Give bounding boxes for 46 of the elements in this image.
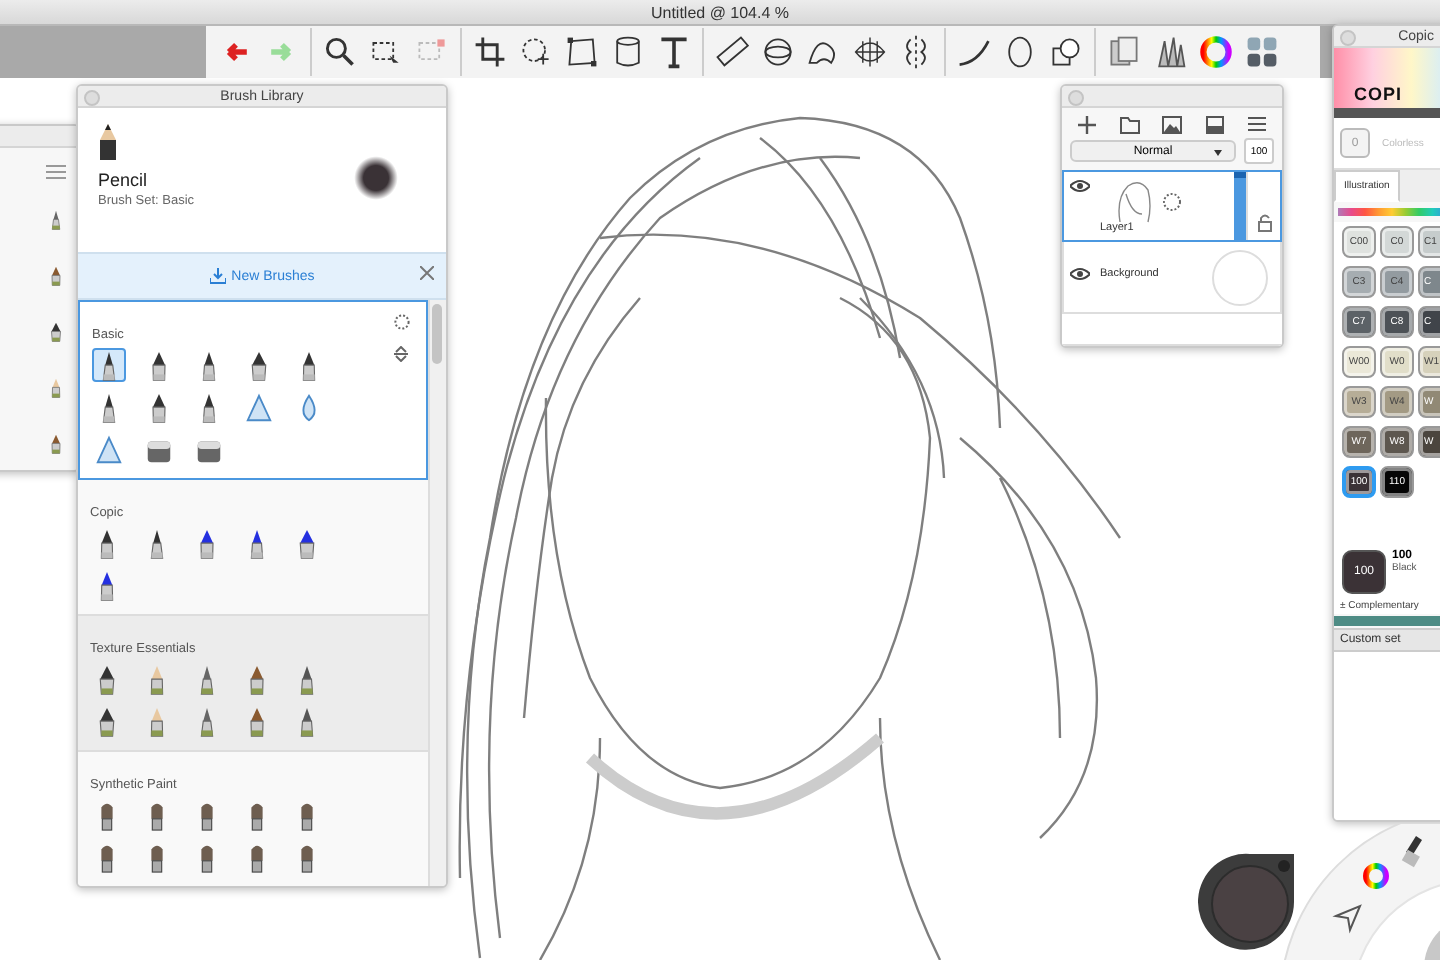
cylinder-icon[interactable]: [610, 34, 646, 70]
caret-icon: [1214, 150, 1222, 156]
brushes-icon[interactable]: [1152, 34, 1188, 70]
color-family-strip[interactable]: [1338, 208, 1440, 216]
transform-icon[interactable]: [518, 34, 554, 70]
close-icon[interactable]: [420, 266, 434, 280]
layer-thumbnail: [1212, 250, 1268, 306]
brush-icon[interactable]: [1401, 836, 1422, 868]
layout-icon[interactable]: [46, 164, 66, 180]
pencil-icon: [98, 124, 118, 160]
logo: COPI: [1352, 84, 1403, 108]
sort-icon[interactable]: [394, 346, 408, 362]
brush-icon: [244, 391, 274, 423]
ellipse-guide-icon[interactable]: [760, 34, 796, 70]
radial-menu[interactable]: [1279, 824, 1440, 960]
folder-icon[interactable]: [1119, 116, 1140, 134]
lock-icon[interactable]: [1257, 214, 1271, 232]
add-icon[interactable]: [1077, 116, 1096, 134]
brush-preview: [354, 156, 398, 200]
eye-icon[interactable]: [1070, 180, 1090, 192]
panels-icon[interactable]: [1244, 34, 1280, 70]
crop-icon[interactable]: [472, 34, 508, 70]
color-wheel-icon[interactable]: [1363, 863, 1389, 889]
brush-name: Pencil: [98, 170, 150, 190]
complementary-bar: [1334, 616, 1440, 626]
scrollbar-thumb[interactable]: [432, 304, 442, 364]
download-icon: [209, 268, 226, 284]
merge-icon[interactable]: [1206, 116, 1225, 134]
spinner-icon: [394, 314, 410, 330]
eye-icon[interactable]: [1070, 268, 1090, 280]
window-title: Untitled @ 104.4 %: [650, 3, 790, 21]
circle-icon[interactable]: [1002, 34, 1038, 70]
perspective-grid-icon[interactable]: [852, 34, 888, 70]
text-icon[interactable]: [656, 34, 692, 70]
brush-button[interactable]: [92, 348, 126, 382]
distort-icon[interactable]: [564, 34, 600, 70]
image-icon[interactable]: [1162, 116, 1183, 134]
color-wheel-icon[interactable]: [1198, 34, 1234, 70]
menu-icon[interactable]: [1248, 116, 1267, 132]
ruler-icon[interactable]: [714, 34, 750, 70]
search-icon[interactable]: [322, 34, 358, 70]
color-gradient[interactable]: COPI: [1334, 48, 1440, 108]
pointer-icon[interactable]: [1332, 904, 1362, 934]
copic-library-icon[interactable]: [1106, 34, 1142, 70]
brush-icon: [94, 433, 124, 465]
shapes-icon[interactable]: [1048, 34, 1084, 70]
